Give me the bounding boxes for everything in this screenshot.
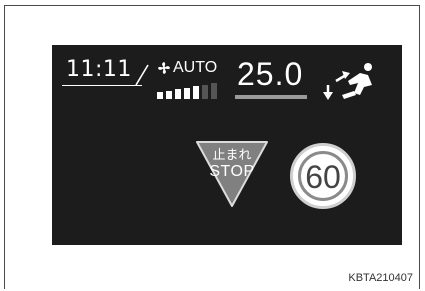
stop-sign-japanese-text: 止まれ xyxy=(212,148,252,163)
auto-mode-label: AUTO xyxy=(173,59,218,76)
airflow-body-feet-icon xyxy=(323,63,372,100)
fan-speed-bar xyxy=(211,83,217,99)
fan-speed-bar xyxy=(157,92,163,99)
clock-readout: 11:11 xyxy=(66,57,132,82)
fan-speed-bar xyxy=(175,89,181,99)
speed-limit-sign: 60 xyxy=(290,143,356,209)
temperature-readout: 25.0 xyxy=(237,56,304,92)
stop-sign-english-text: STOP xyxy=(209,163,255,180)
instrument-display: 11:11 AUTO 25.0 止まれ STOP 60 xyxy=(52,45,402,245)
fan-speed-bar xyxy=(166,90,172,99)
fan-speed-bar xyxy=(184,87,190,99)
temperature-underline xyxy=(235,95,307,99)
fan-speed-bar xyxy=(202,84,208,99)
fan-icon xyxy=(158,62,170,74)
image-code: KBTA210407 xyxy=(348,272,413,284)
fan-speed-bar xyxy=(193,86,199,99)
clock-underline xyxy=(62,85,142,86)
speed-limit-value: 60 xyxy=(305,159,341,195)
fan-speed-bars xyxy=(157,83,227,99)
clock-slash-icon xyxy=(135,64,149,86)
